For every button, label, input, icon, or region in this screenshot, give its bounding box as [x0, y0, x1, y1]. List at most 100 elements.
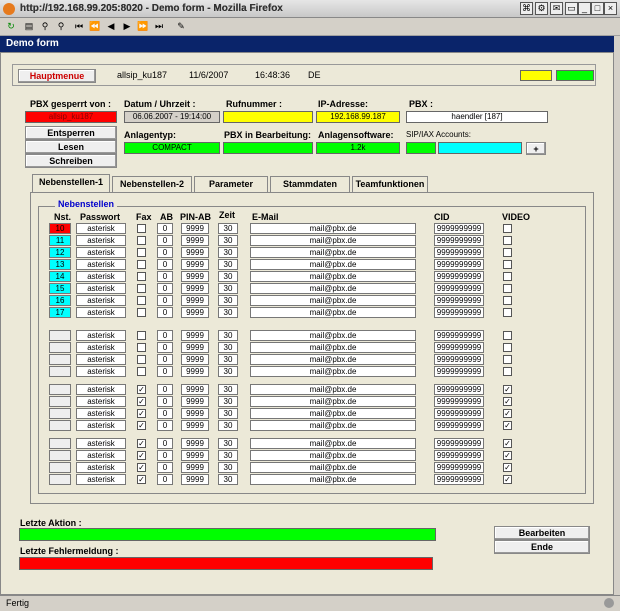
- passwort-input[interactable]: asterisk: [76, 462, 126, 473]
- fax-checkbox[interactable]: [137, 296, 146, 305]
- zeit-input[interactable]: 30: [218, 408, 238, 419]
- find-all-icon[interactable]: ⚲: [54, 19, 68, 33]
- fax-checkbox[interactable]: ✓: [137, 397, 146, 406]
- passwort-input[interactable]: asterisk: [76, 396, 126, 407]
- ab-input[interactable]: 0: [157, 330, 173, 341]
- first-record-icon[interactable]: ⏮: [72, 19, 86, 33]
- passwort-input[interactable]: asterisk: [76, 307, 126, 318]
- cid-input[interactable]: 9999999999: [434, 474, 484, 485]
- ab-input[interactable]: 0: [157, 235, 173, 246]
- video-checkbox[interactable]: [503, 248, 512, 257]
- email-input[interactable]: mail@pbx.de: [250, 396, 416, 407]
- zeit-input[interactable]: 30: [218, 450, 238, 461]
- zeit-input[interactable]: 30: [218, 271, 238, 282]
- fax-checkbox[interactable]: [137, 260, 146, 269]
- passwort-input[interactable]: asterisk: [76, 235, 126, 246]
- passwort-input[interactable]: asterisk: [76, 354, 126, 365]
- email-input[interactable]: mail@pbx.de: [250, 354, 416, 365]
- ab-input[interactable]: 0: [157, 295, 173, 306]
- pinab-input[interactable]: 9999: [181, 223, 209, 234]
- video-checkbox[interactable]: ✓: [503, 385, 512, 394]
- email-input[interactable]: mail@pbx.de: [250, 307, 416, 318]
- ab-input[interactable]: 0: [157, 462, 173, 473]
- passwort-input[interactable]: asterisk: [76, 330, 126, 341]
- bearbeiten-button[interactable]: Bearbeiten: [494, 526, 590, 540]
- cid-input[interactable]: 9999999999: [434, 259, 484, 270]
- ab-input[interactable]: 0: [157, 223, 173, 234]
- passwort-input[interactable]: asterisk: [76, 283, 126, 294]
- ab-input[interactable]: 0: [157, 396, 173, 407]
- fax-checkbox[interactable]: ✓: [137, 409, 146, 418]
- tab-teamfunktionen[interactable]: Teamfunktionen: [352, 176, 428, 192]
- ab-input[interactable]: 0: [157, 384, 173, 395]
- zeit-input[interactable]: 30: [218, 438, 238, 449]
- passwort-input[interactable]: asterisk: [76, 384, 126, 395]
- video-checkbox[interactable]: [503, 355, 512, 364]
- video-checkbox[interactable]: [503, 343, 512, 352]
- zeit-input[interactable]: 30: [218, 474, 238, 485]
- fax-checkbox[interactable]: [137, 331, 146, 340]
- print-icon[interactable]: ▤: [22, 19, 36, 33]
- ab-input[interactable]: 0: [157, 342, 173, 353]
- pinab-input[interactable]: 9999: [181, 420, 209, 431]
- entsperren-button[interactable]: Entsperren: [25, 126, 117, 140]
- zeit-input[interactable]: 30: [218, 307, 238, 318]
- fax-checkbox[interactable]: [137, 355, 146, 364]
- ab-input[interactable]: 0: [157, 474, 173, 485]
- zeit-input[interactable]: 30: [218, 396, 238, 407]
- pinab-input[interactable]: 9999: [181, 283, 209, 294]
- pinab-input[interactable]: 9999: [181, 396, 209, 407]
- video-checkbox[interactable]: ✓: [503, 421, 512, 430]
- ab-input[interactable]: 0: [157, 354, 173, 365]
- cid-input[interactable]: 9999999999: [434, 283, 484, 294]
- cid-input[interactable]: 9999999999: [434, 396, 484, 407]
- video-checkbox[interactable]: [503, 331, 512, 340]
- video-checkbox[interactable]: [503, 284, 512, 293]
- email-input[interactable]: mail@pbx.de: [250, 247, 416, 258]
- email-input[interactable]: mail@pbx.de: [250, 366, 416, 377]
- passwort-input[interactable]: asterisk: [76, 295, 126, 306]
- window-back-icon[interactable]: ▭: [565, 2, 578, 15]
- email-input[interactable]: mail@pbx.de: [250, 295, 416, 306]
- forward-icon[interactable]: ⏩: [136, 19, 150, 33]
- ab-input[interactable]: 0: [157, 259, 173, 270]
- add-sip-button[interactable]: +: [526, 142, 546, 155]
- cid-input[interactable]: 9999999999: [434, 342, 484, 353]
- ab-input[interactable]: 0: [157, 408, 173, 419]
- ende-button[interactable]: Ende: [494, 540, 590, 554]
- lesen-button[interactable]: Lesen: [25, 140, 117, 154]
- passwort-input[interactable]: asterisk: [76, 450, 126, 461]
- window-tools-icon[interactable]: ⌘: [520, 2, 533, 15]
- video-checkbox[interactable]: [503, 260, 512, 269]
- pinab-input[interactable]: 9999: [181, 354, 209, 365]
- pinab-input[interactable]: 9999: [181, 438, 209, 449]
- passwort-input[interactable]: asterisk: [76, 342, 126, 353]
- pinab-input[interactable]: 9999: [181, 462, 209, 473]
- next-icon[interactable]: ▶: [120, 19, 134, 33]
- fax-checkbox[interactable]: ✓: [137, 385, 146, 394]
- passwort-input[interactable]: asterisk: [76, 408, 126, 419]
- cid-input[interactable]: 9999999999: [434, 307, 484, 318]
- zeit-input[interactable]: 30: [218, 235, 238, 246]
- cid-input[interactable]: 9999999999: [434, 450, 484, 461]
- cid-input[interactable]: 9999999999: [434, 384, 484, 395]
- email-input[interactable]: mail@pbx.de: [250, 450, 416, 461]
- passwort-input[interactable]: asterisk: [76, 247, 126, 258]
- refresh-icon[interactable]: ↻: [4, 19, 18, 33]
- video-checkbox[interactable]: ✓: [503, 451, 512, 460]
- fax-checkbox[interactable]: [137, 367, 146, 376]
- cid-input[interactable]: 9999999999: [434, 366, 484, 377]
- fax-checkbox[interactable]: [137, 308, 146, 317]
- zeit-input[interactable]: 30: [218, 354, 238, 365]
- pinab-input[interactable]: 9999: [181, 307, 209, 318]
- pinab-input[interactable]: 9999: [181, 271, 209, 282]
- cid-input[interactable]: 9999999999: [434, 330, 484, 341]
- zeit-input[interactable]: 30: [218, 295, 238, 306]
- email-input[interactable]: mail@pbx.de: [250, 474, 416, 485]
- passwort-input[interactable]: asterisk: [76, 420, 126, 431]
- passwort-input[interactable]: asterisk: [76, 271, 126, 282]
- fax-checkbox[interactable]: ✓: [137, 475, 146, 484]
- zeit-input[interactable]: 30: [218, 420, 238, 431]
- video-checkbox[interactable]: ✓: [503, 439, 512, 448]
- fax-checkbox[interactable]: ✓: [137, 451, 146, 460]
